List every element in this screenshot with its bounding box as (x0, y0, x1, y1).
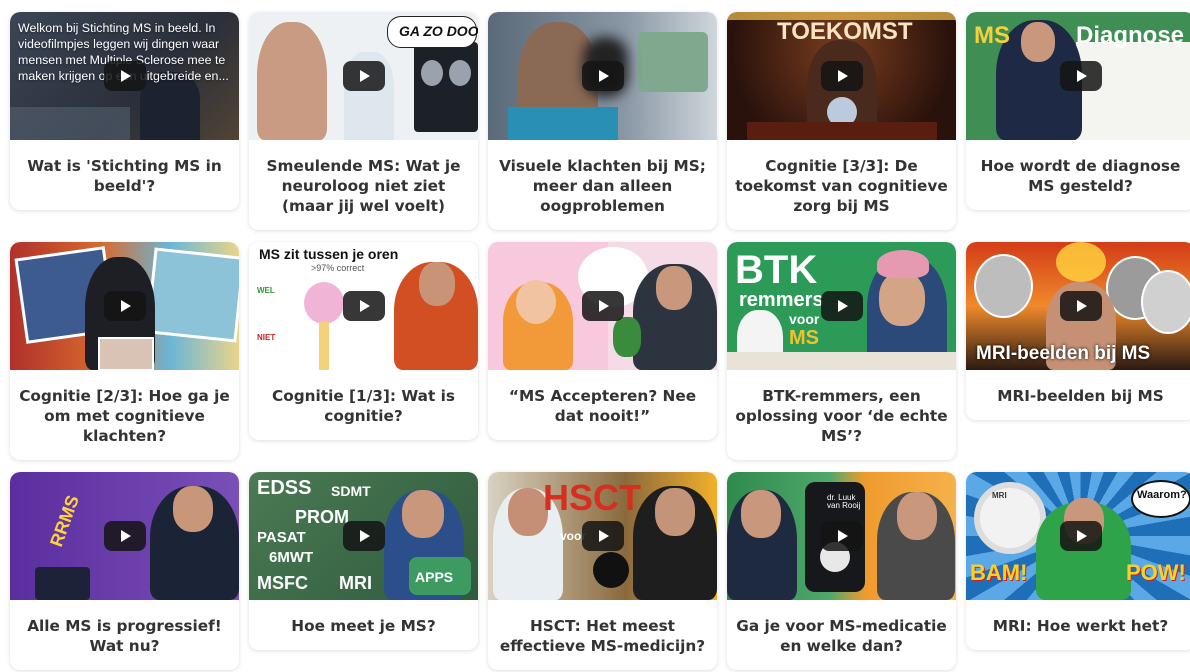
video-card[interactable]: Welkom bij Stichting MS in beeld. In vid… (10, 12, 239, 210)
video-thumbnail[interactable]: BTK remmers voor MS (727, 242, 956, 370)
video-thumbnail[interactable]: dr. Luuk van Rooij (727, 472, 956, 600)
thumbnail-caption-waarom: Waarom? (1137, 489, 1187, 501)
video-grid: Welkom bij Stichting MS in beeld. In vid… (10, 12, 1190, 672)
thumbnail-caption: GA ZO DOOR! (399, 23, 478, 39)
video-card[interactable]: dr. Luuk van Rooij Ga je voor MS-medicat… (727, 472, 956, 670)
video-title[interactable]: “MS Accepteren? Nee dat nooit!” (488, 370, 717, 440)
thumbnail-caption-voor: voor (789, 311, 820, 327)
video-title[interactable]: BTK-remmers, een oplossing voor ‘de echt… (727, 370, 956, 460)
play-icon[interactable] (1059, 61, 1102, 91)
video-title[interactable]: Visuele klachten bij MS; meer dan alleen… (488, 140, 717, 230)
thumbnail-text-edss: EDSS (257, 477, 312, 499)
thumbnail-text-mri: MRI (339, 573, 372, 593)
video-thumbnail[interactable]: HSCT voor (488, 472, 717, 600)
play-icon[interactable] (820, 61, 863, 91)
thumbnail-label-niet: NIET (257, 333, 276, 342)
play-icon[interactable] (581, 291, 624, 321)
video-title[interactable]: MRI-beelden bij MS (966, 370, 1190, 420)
thumbnail-caption-ms: MS (789, 327, 819, 349)
video-card[interactable]: MS Diagnose Hoe wordt de diagnose MS ges… (966, 12, 1190, 210)
video-thumbnail[interactable]: RRMS (10, 472, 239, 600)
thumbnail-text-pasat: PASAT (257, 529, 306, 546)
play-icon[interactable] (581, 61, 624, 91)
video-card[interactable]: “MS Accepteren? Nee dat nooit!” (488, 242, 717, 440)
video-thumbnail[interactable] (488, 242, 717, 370)
video-title[interactable]: Cognitie [3/3]: De toekomst van cognitie… (727, 140, 956, 230)
video-card[interactable]: MRI Waarom? BAM! POW! MRI: Hoe werkt het… (966, 472, 1190, 650)
play-icon[interactable] (103, 291, 146, 321)
play-icon[interactable] (342, 61, 385, 91)
play-icon[interactable] (820, 521, 863, 551)
video-card[interactable]: RRMS Alle MS is progressief! Wat nu? (10, 472, 239, 670)
video-thumbnail[interactable] (10, 242, 239, 370)
video-card[interactable]: MRI-beelden bij MS MRI-beelden bij MS (966, 242, 1190, 420)
thumbnail-caption-hsct: HSCT (543, 477, 641, 518)
thumbnail-text-6mwt: 6MWT (269, 549, 314, 566)
thumbnail-caption: MS zit tussen je oren (259, 246, 399, 262)
thumbnail-caption-bam: BAM! (970, 560, 1028, 585)
video-title[interactable]: Hoe wordt de diagnose MS gesteld? (966, 140, 1190, 210)
thumbnail-caption-remmers: remmers (739, 289, 824, 311)
thumbnail-text-msfc: MSFC (257, 573, 308, 593)
play-icon[interactable] (1059, 521, 1102, 551)
play-icon[interactable] (1059, 291, 1102, 321)
video-thumbnail[interactable]: EDSS SDMT PROM PASAT 6MWT MSFC MRI APPS (249, 472, 478, 600)
video-thumbnail[interactable]: Welkom bij Stichting MS in beeld. In vid… (10, 12, 239, 140)
video-card[interactable]: Cognitie [2/3]: Hoe ga je om met cogniti… (10, 242, 239, 460)
video-title[interactable]: Alle MS is progressief! Wat nu? (10, 600, 239, 670)
video-title[interactable]: Cognitie [2/3]: Hoe ga je om met cogniti… (10, 370, 239, 460)
thumbnail-caption: dr. Luuk van Rooij (827, 493, 861, 510)
video-card[interactable]: TOEKOMST Cognitie [3/3]: De toekomst van… (727, 12, 956, 230)
video-card[interactable]: EDSS SDMT PROM PASAT 6MWT MSFC MRI APPS … (249, 472, 478, 650)
video-card[interactable]: MS zit tussen je oren >97% correct WEL N… (249, 242, 478, 440)
play-icon[interactable] (820, 291, 863, 321)
play-icon[interactable] (103, 61, 146, 91)
video-thumbnail[interactable]: MS Diagnose (966, 12, 1190, 140)
video-title[interactable]: Ga je voor MS-medicatie en welke dan? (727, 600, 956, 670)
thumbnail-label-mri: MRI (992, 491, 1007, 500)
thumbnail-caption: RRMS (46, 492, 83, 550)
video-title[interactable]: Wat is 'Stichting MS in beeld'? (10, 140, 239, 210)
thumbnail-caption: MRI-beelden bij MS (976, 343, 1151, 364)
video-thumbnail[interactable]: GA ZO DOOR! (249, 12, 478, 140)
video-title[interactable]: Hoe meet je MS? (249, 600, 478, 650)
play-icon[interactable] (581, 521, 624, 551)
video-thumbnail[interactable]: MRI-beelden bij MS (966, 242, 1190, 370)
thumbnail-label-wel: WEL (257, 286, 275, 295)
video-card[interactable]: HSCT voor HSCT: Het meest effectieve MS-… (488, 472, 717, 670)
play-icon[interactable] (342, 521, 385, 551)
thumbnail-text-prom: PROM (295, 507, 349, 527)
video-thumbnail[interactable] (488, 12, 717, 140)
video-thumbnail[interactable]: MS zit tussen je oren >97% correct WEL N… (249, 242, 478, 370)
video-card[interactable]: BTK remmers voor MS BTK-remmers, een opl… (727, 242, 956, 460)
thumbnail-subcaption: >97% correct (311, 263, 365, 273)
video-thumbnail[interactable]: MRI Waarom? BAM! POW! (966, 472, 1190, 600)
thumbnail-caption-pow: POW! (1126, 560, 1186, 585)
thumbnail-caption-diagnose: Diagnose (1076, 22, 1185, 49)
play-icon[interactable] (342, 291, 385, 321)
video-title[interactable]: Smeulende MS: Wat je neu­roloog niet zie… (249, 140, 478, 230)
thumbnail-text-sdmt: SDMT (331, 483, 371, 499)
video-thumbnail[interactable]: TOEKOMST (727, 12, 956, 140)
thumbnail-caption-ms: MS (974, 22, 1010, 49)
video-card[interactable]: Visuele klachten bij MS; meer dan alleen… (488, 12, 717, 230)
thumbnail-text-apps: APPS (415, 569, 454, 585)
video-card[interactable]: GA ZO DOOR! Smeulende MS: Wat je neu­rol… (249, 12, 478, 230)
video-title[interactable]: Cognitie [1/3]: Wat is cognitie? (249, 370, 478, 440)
thumbnail-caption: TOEKOMST (777, 18, 913, 45)
thumbnail-caption-btk: BTK (735, 248, 818, 292)
play-icon[interactable] (103, 521, 146, 551)
video-title[interactable]: MRI: Hoe werkt het? (966, 600, 1190, 650)
video-title[interactable]: HSCT: Het meest effectieve MS-medicijn? (488, 600, 717, 670)
